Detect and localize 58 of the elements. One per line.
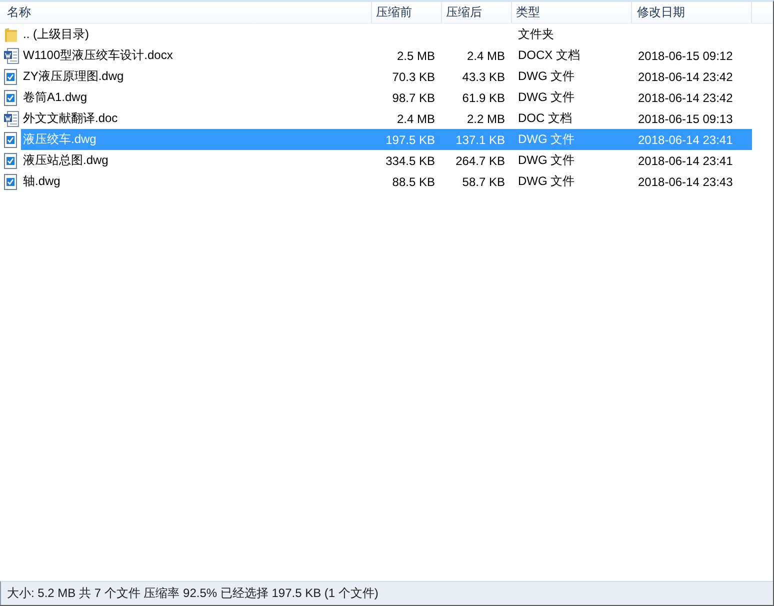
file-row[interactable]: 外文文献翻译.doc 2.4 MB 2.2 MB DOC 文档 2018-06-15 09:13 [21,108,752,129]
drawing-file-icon [4,174,17,190]
file-name-cell: .. (上级目录) [23,26,89,43]
modified-date-cell: 2018-06-15 09:12 [638,48,733,62]
file-type-cell: 文件夹 [518,26,554,43]
modified-date-cell: 2018-06-15 09:13 [638,112,733,126]
column-header[interactable]: 修改日期 [632,2,752,23]
file-type-cell: DOCX 文档 [518,47,580,64]
file-name-cell: 卷筒A1.dwg [23,89,88,106]
file-type-cell: DWG 文件 [518,173,575,190]
file-name-cell: 液压站总图.dwg [23,152,108,169]
file-type-cell: DWG 文件 [518,89,575,106]
compressed-size-cell: 58.7 KB [462,174,505,188]
original-size-cell: 2.5 MB [396,48,435,62]
file-type-cell: DWG 文件 [518,68,575,85]
modified-date-cell: 2018-06-14 23:42 [638,70,733,84]
modified-date-cell: 2018-06-14 23:43 [638,174,733,188]
file-name-cell: ZY液压原理图.dwg [23,68,124,85]
file-row[interactable]: ZY液压原理图.dwg 70.3 KB 43.3 KB DWG 文件 2018-06-14 23:42 [21,66,752,87]
compressed-size-cell: 61.9 KB [462,90,505,104]
document-icon [4,48,19,64]
file-row[interactable]: .. (上级目录) 文件夹 [21,24,752,45]
original-size-cell: 98.7 KB [392,90,435,104]
original-size-cell: 88.5 KB [392,174,435,188]
column-header[interactable]: 压缩后 [442,2,512,23]
compressed-size-cell: 137.1 KB [456,132,505,146]
file-name-cell: 液压绞车.dwg [23,131,96,148]
compressed-size-cell: 2.4 MB [466,48,505,62]
original-size-cell: 334.5 KB [386,154,435,168]
compressed-size-cell: 2.2 MB [466,112,505,126]
modified-date-cell: 2018-06-14 23:42 [638,90,733,104]
original-size-cell: 70.3 KB [392,70,435,84]
modified-date-cell: 2018-06-14 23:41 [638,154,733,168]
original-size-cell: 2.4 MB [396,112,435,126]
column-header[interactable]: 名称 [0,2,372,23]
file-name-cell: 外文文献翻译.doc [23,110,118,127]
column-header[interactable]: 压缩前 [372,2,442,23]
document-icon [4,110,19,126]
file-type-cell: DWG 文件 [518,152,575,169]
drawing-file-icon [4,90,17,106]
file-name-cell: 轴.dwg [23,173,60,190]
compressed-size-cell: 264.7 KB [456,154,505,168]
file-type-cell: DWG 文件 [518,131,575,148]
column-header[interactable]: 类型 [512,2,632,23]
modified-date-cell: 2018-06-14 23:41 [638,132,733,146]
file-type-cell: DOC 文档 [518,110,572,127]
file-row[interactable]: W1100型液压绞车设计.docx 2.5 MB 2.4 MB DOCX 文档 2018-06-15 09:12 [21,45,752,66]
drawing-file-icon [4,132,17,148]
file-row[interactable]: 轴.dwg 88.5 KB 58.7 KB DWG 文件 2018-06-14 23:43 [21,171,752,192]
file-row[interactable]: 卷筒A1.dwg 98.7 KB 61.9 KB DWG 文件 2018-06-14 23:42 [21,87,752,108]
file-name-cell: W1100型液压绞车设计.docx [23,47,173,64]
compressed-size-cell: 43.3 KB [462,70,505,84]
drawing-file-icon [4,152,17,168]
status-text: 大小: 5.2 MB 共 7 个文件 压缩率 92.5% 已经选择 197.5 KB (1 个文件) [7,585,378,602]
drawing-file-icon [4,68,17,84]
folder-icon [4,26,18,42]
file-row[interactable]: 液压站总图.dwg 334.5 KB 264.7 KB DWG 文件 2018-06-14 23:41 [21,150,752,171]
original-size-cell: 197.5 KB [386,132,435,146]
